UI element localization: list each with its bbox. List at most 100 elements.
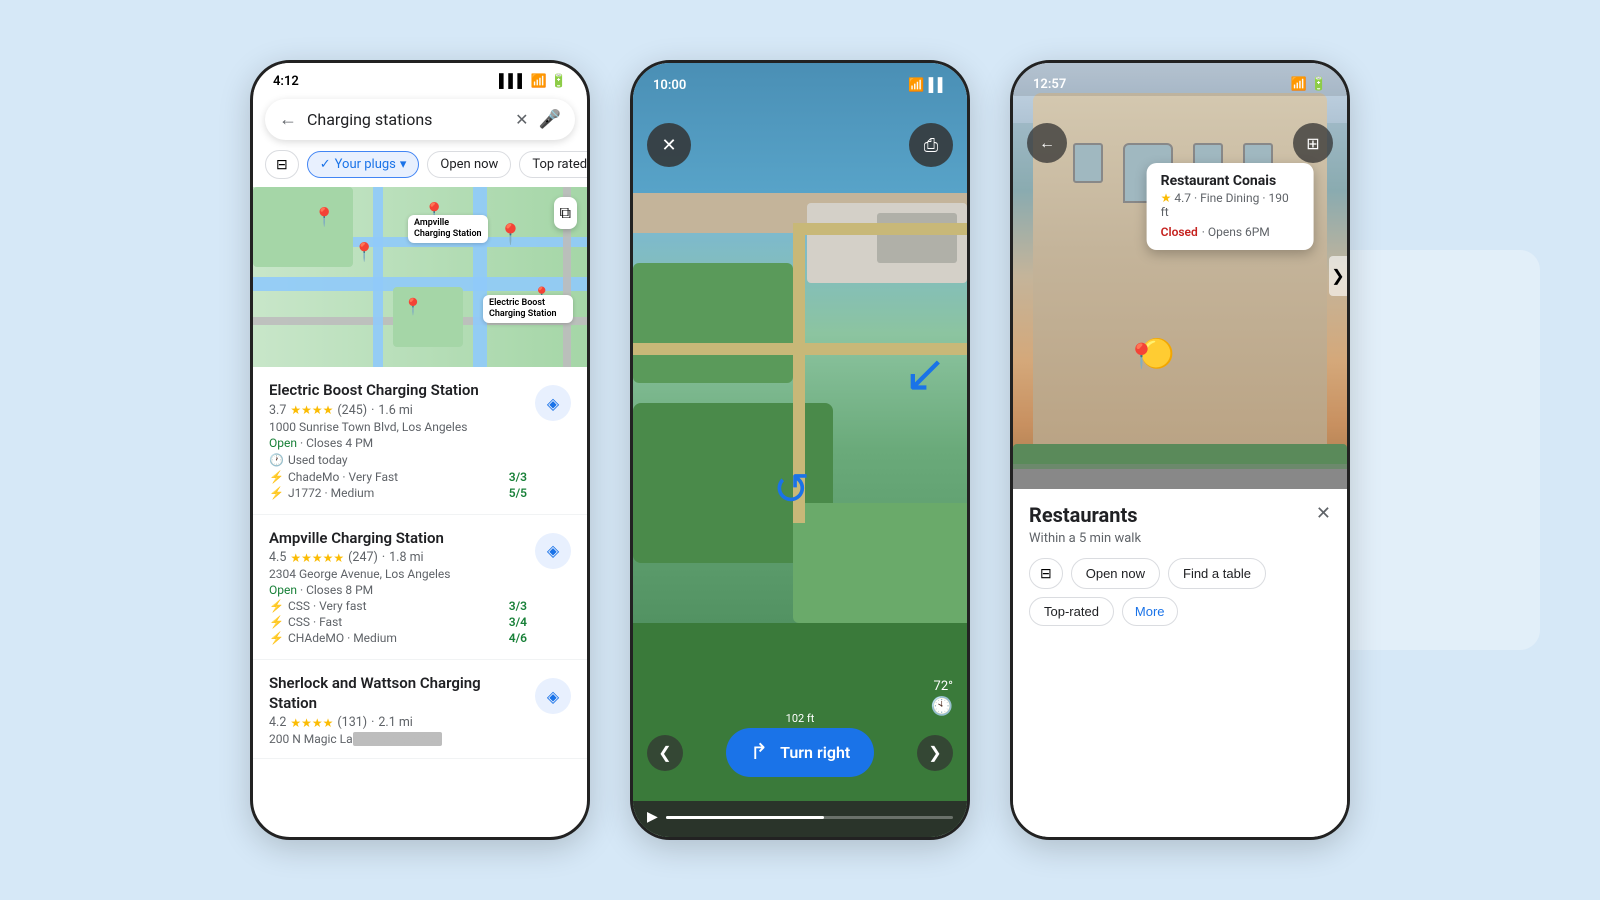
top-rated-chip[interactable]: Top rated — [519, 151, 587, 178]
battery-icon-3: 🔋 — [1311, 77, 1327, 92]
map-area[interactable]: 📍 📍 📍 📍 📍 📍 📍 📍 Ampville Charging Statio… — [253, 187, 587, 367]
reviews-2: (247) — [348, 550, 378, 565]
distance-separator-3: · — [371, 715, 374, 730]
station-rating-2: 4.5 ★★★★★ (247) · 1.8 mi — [269, 550, 527, 565]
popup-star: ★ — [1161, 191, 1172, 205]
nav-play-button[interactable]: ▶ — [647, 809, 658, 825]
wifi-icon-2: 📶 — [908, 78, 924, 93]
popup-type: Fine Dining — [1200, 191, 1259, 205]
phone-3: 12:57 📶 🔋 — [1010, 60, 1350, 840]
lightning-icon-2b: ⚡ — [269, 615, 284, 629]
distance-separator-2: · — [382, 550, 385, 565]
reviews-1: (245) — [337, 403, 367, 418]
wifi-icon: 📶 — [531, 74, 547, 89]
popup-rating-value: 4.7 — [1174, 191, 1191, 205]
rating-value-2: 4.5 — [269, 550, 286, 565]
status-bar-3: 12:57 📶 🔋 — [1013, 63, 1347, 96]
status-icons-2: 📶 ▌▌ — [908, 77, 947, 93]
connector-row-2b: ⚡ CSS · Fast 3/4 — [269, 615, 527, 629]
phone-2-wrapper: 10:00 📶 ▌▌ — [630, 60, 970, 840]
panel-close-button[interactable]: ✕ — [1316, 503, 1331, 524]
open-status-2: Open — [269, 583, 297, 597]
nav-instruction-text: Turn right — [780, 743, 850, 762]
restaurants-panel: Restaurants ✕ Within a 5 min walk ⊟ Open… — [1013, 489, 1347, 837]
open-status-1: Open — [269, 436, 297, 450]
clear-button[interactable]: ✕ — [515, 110, 528, 129]
top-rated-restaurant-chip[interactable]: Top-rated — [1029, 597, 1114, 626]
filter-row: ⊟ ✓ Your plugs ▾ Open now Top rated — [253, 146, 587, 187]
open-now-chip[interactable]: Open now — [427, 151, 511, 178]
map-background: 📍 📍 📍 📍 📍 📍 📍 📍 Ampville Charging Statio… — [253, 187, 587, 367]
status-icons-3: 📶 🔋 — [1291, 77, 1327, 92]
voice-search-button[interactable]: 🎤 — [539, 109, 561, 130]
filter-sliders-button[interactable]: ⊟ — [265, 150, 299, 179]
connector-row-2a: ⚡ CSS · Very fast 3/3 — [269, 599, 527, 613]
turn-right-icon: ↱ — [750, 740, 768, 765]
station-rating-1: 3.7 ★★★★ (245) · 1.6 mi — [269, 403, 527, 418]
map-layers-button[interactable]: ⧉ — [554, 197, 577, 229]
nav-progress-fill — [666, 816, 824, 819]
stations-list: Electric Boost Charging Station 3.7 ★★★★… — [253, 367, 587, 759]
distance-1: 1.6 mi — [378, 403, 412, 418]
street-view-bg: 🟡 📍 Restaurant Conais ★ 4.7 · Fine Dinin… — [1013, 63, 1347, 489]
panel-subtitle: Within a 5 min walk — [1029, 531, 1331, 546]
sv-back-button[interactable]: ← — [1027, 123, 1067, 163]
station-hours-1: Open · Closes 4 PM — [269, 436, 527, 450]
popup-restaurant-name: Restaurant Conais — [1161, 173, 1300, 189]
status-time-2: 10:00 — [653, 78, 686, 93]
connector-type-1b: J1772 · Medium — [288, 486, 374, 500]
open-now-restaurant-chip[interactable]: Open now — [1071, 558, 1160, 589]
signal-icon-2: ▌▌ — [929, 77, 947, 93]
wifi-icon-3: 📶 — [1291, 77, 1307, 92]
phone-2: 10:00 📶 ▌▌ — [630, 60, 970, 840]
your-plugs-label: Your plugs — [335, 157, 396, 172]
restaurant-filter-sliders[interactable]: ⊟ — [1029, 558, 1063, 589]
nav-distance-label: 102 ft — [786, 712, 815, 725]
station-item-1[interactable]: Electric Boost Charging Station 3.7 ★★★★… — [253, 367, 587, 515]
used-text-1: Used today — [288, 453, 348, 467]
station-used-1: 🕐 Used today — [269, 453, 527, 467]
station-item-2[interactable]: Ampville Charging Station 4.5 ★★★★★ (247… — [253, 515, 587, 661]
rating-value-1: 3.7 — [269, 403, 286, 418]
back-button[interactable]: ← — [279, 109, 297, 130]
navigate-btn-1[interactable]: ◈ — [535, 385, 571, 421]
station-name-2: Ampville Charging Station — [269, 529, 527, 549]
nav-share-button[interactable]: ⎙ — [909, 123, 953, 167]
nav-close-button[interactable]: ✕ — [647, 123, 691, 167]
connector-type-2c: CHAdeMO · Medium — [288, 631, 397, 645]
more-filters-button[interactable]: More — [1122, 597, 1178, 626]
signal-icon: ▌▌▌ — [499, 73, 527, 89]
lightning-icon-1a: ⚡ — [269, 470, 284, 484]
navigate-btn-3[interactable]: ◈ — [535, 678, 571, 714]
top-rated-label: Top rated — [532, 157, 587, 172]
panel-title: Restaurants — [1029, 503, 1138, 527]
search-bar[interactable]: ← Charging stations ✕ 🎤 — [265, 99, 575, 140]
your-plugs-chip[interactable]: ✓ Your plugs ▾ — [307, 151, 420, 178]
find-table-chip[interactable]: Find a table — [1168, 558, 1266, 589]
station-name-3: Sherlock and Wattson Charging Station — [269, 674, 527, 713]
navigate-btn-2[interactable]: ◈ — [535, 533, 571, 569]
station-name-1: Electric Boost Charging Station — [269, 381, 527, 401]
street-view-area: 12:57 📶 🔋 — [1013, 63, 1347, 489]
restaurant-popup[interactable]: Restaurant Conais ★ 4.7 · Fine Dining · … — [1147, 163, 1314, 250]
nav-next-button[interactable]: ❯ — [917, 735, 953, 771]
reviews-3: (131) — [337, 715, 367, 730]
station-info-1: Electric Boost Charging Station 3.7 ★★★★… — [269, 381, 527, 502]
popup-opens-time: Opens 6PM — [1208, 225, 1270, 239]
nav-progress-bar — [666, 816, 953, 819]
connector-count-2c: 4/6 — [509, 631, 527, 645]
status-time-1: 4:12 — [273, 74, 299, 89]
clock-icon-1: 🕐 — [269, 453, 284, 467]
nav-arrow-icon-2: ◈ — [547, 541, 559, 560]
nav-bottom-bar: ▶ — [633, 801, 967, 837]
station-item-3[interactable]: Sherlock and Wattson Charging Station 4.… — [253, 660, 587, 759]
nav-previous-button[interactable]: ❮ — [647, 735, 683, 771]
status-bar-2: 10:00 📶 ▌▌ — [633, 63, 967, 97]
stars-1: ★★★★ — [290, 403, 333, 417]
battery-icon: 🔋 — [551, 74, 567, 89]
sv-right-arrow[interactable]: ❯ — [1329, 256, 1347, 296]
temperature-display: 72° 🕙 — [931, 679, 953, 717]
popup-status-row: Closed · Opens 6PM — [1161, 221, 1300, 240]
rating-value-3: 4.2 — [269, 715, 286, 730]
sv-menu-button[interactable]: ⊞ — [1293, 123, 1333, 163]
